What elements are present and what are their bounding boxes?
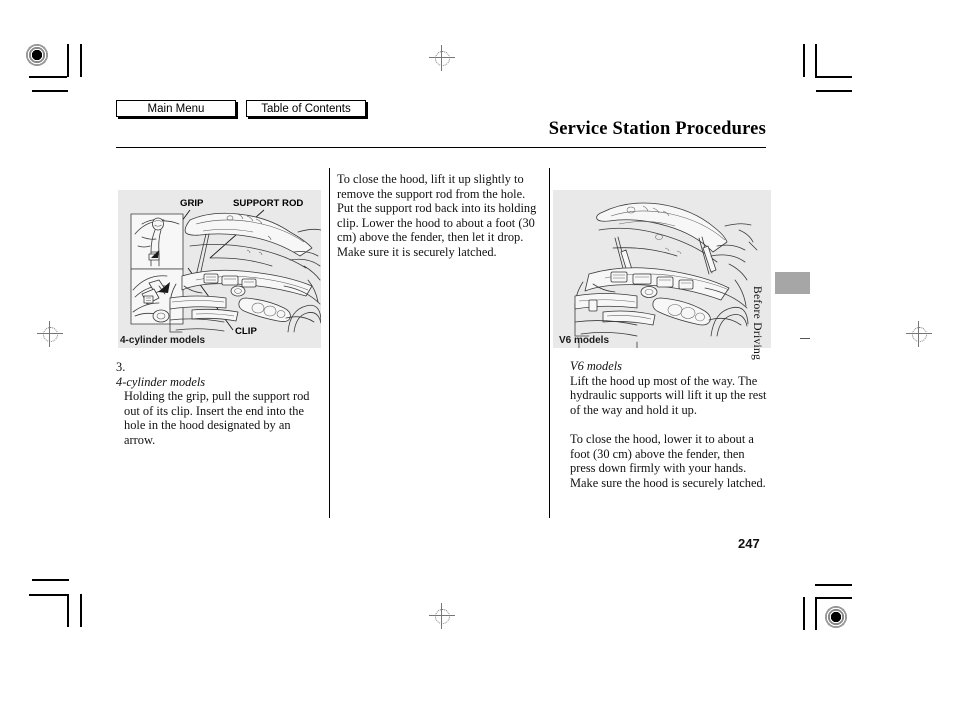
crop-mark-bottom-right-horizontal — [815, 584, 852, 586]
callout-support-rod-label: SUPPORT ROD — [233, 198, 303, 209]
crop-mark-bottom-left-inner — [29, 594, 68, 596]
crop-mark-top-right-inner-vertical — [815, 44, 817, 77]
crop-mark-bottom-left-vertical — [67, 594, 69, 627]
step-3-text: Holding the grip, pull the support rod o… — [124, 389, 310, 447]
title-rule — [116, 147, 766, 149]
crop-mark-bottom-right-vertical — [803, 597, 805, 630]
crop-mark-top-right-horizontal — [815, 76, 852, 78]
side-tab-marker — [775, 272, 810, 294]
crop-mark-bottom-left-horizontal — [32, 579, 69, 581]
step-3-block: 3. 4-cylinder models Holding the grip, p… — [116, 360, 321, 448]
step-3-heading: 4-cylinder models — [116, 374, 206, 389]
table-of-contents-button[interactable]: Table of Contents — [246, 100, 366, 117]
figure-v6-hood-hydraulic-supports: .l2 { fill:none; stroke:#3a3a3a; stroke-… — [553, 190, 771, 348]
figure-caption-v6: V6 models — [559, 335, 610, 346]
crop-mark-top-right-outer — [816, 90, 852, 92]
registration-crosshair-bottom-center — [429, 603, 455, 629]
v6-sub-heading: V6 models — [570, 359, 622, 373]
right-paragraph-2: To close the hood, lower it to about a f… — [570, 431, 766, 490]
crop-mark-bottom-right-inner — [815, 597, 852, 599]
center-column-text: To close the hood, lift it up slightly t… — [337, 172, 544, 260]
registration-dot-bottom-right — [823, 604, 849, 630]
crop-mark-bottom-right-inner-vertical — [815, 597, 817, 630]
right-column-text: V6 models Lift the hood up most of the w… — [570, 359, 770, 490]
registration-crosshair-top-center — [429, 45, 455, 71]
column-divider-right — [549, 168, 550, 518]
inset-detail-clip — [130, 268, 184, 325]
callout-clip-label: CLIP — [235, 326, 257, 337]
car-illustration-v6 — [574, 202, 758, 348]
crop-mark-top-left-outer — [32, 90, 68, 92]
registration-crosshair-left-center — [37, 321, 63, 347]
crop-mark-top-left-horizontal — [29, 76, 67, 78]
inset-detail-grip — [130, 213, 184, 270]
column-divider-left — [329, 168, 330, 518]
right-paragraph-1: Lift the hood up most of the way. The hy… — [570, 373, 767, 417]
car-illustration-4-cylinder — [169, 212, 321, 333]
registration-crosshair-right-center — [906, 321, 932, 347]
callout-grip-label: GRIP — [180, 198, 204, 209]
center-paragraph-1: To close the hood, lift it up slightly t… — [337, 172, 537, 259]
main-menu-button[interactable]: Main Menu — [116, 100, 236, 117]
step-3-number: 3. — [116, 360, 126, 374]
side-tab-label: Before Driving — [751, 286, 763, 361]
registration-dot-top-left — [24, 42, 50, 68]
crop-mark-top-left-vertical — [67, 44, 69, 77]
page-number: 247 — [738, 536, 760, 551]
crop-mark-top-left-outer-vertical — [80, 44, 82, 77]
figure-caption-4-cylinder: 4-cylinder models — [120, 335, 206, 346]
figure-4-cylinder-hood-support-rod: .ln { fill:none; stroke:#3a3a3a; stroke-… — [118, 190, 321, 348]
crop-mark-bottom-left-outer-vertical — [80, 594, 82, 627]
side-tab-tick — [800, 338, 810, 339]
crop-mark-top-right-vertical — [803, 44, 805, 77]
page-title: Service Station Procedures — [548, 119, 766, 139]
